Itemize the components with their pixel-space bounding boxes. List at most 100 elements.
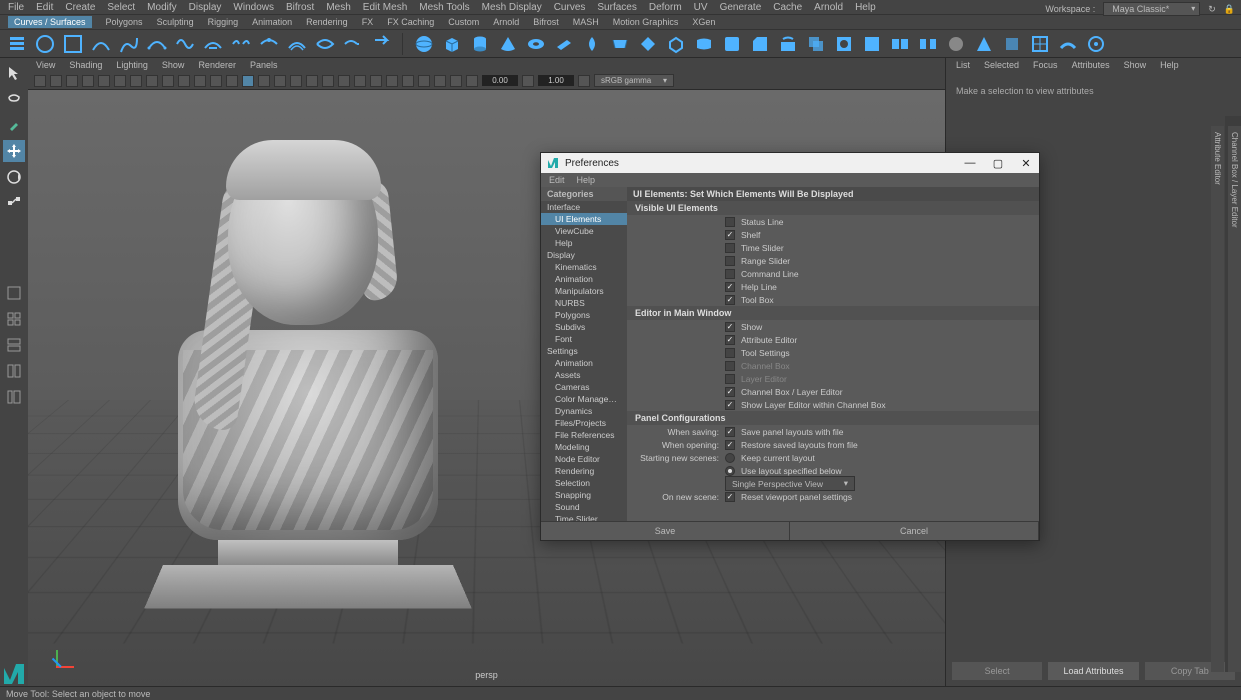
category-item[interactable]: Dynamics [541,405,627,417]
pt-icon[interactable] [306,75,318,87]
pt-icon[interactable] [450,75,462,87]
menu-cache[interactable]: Cache [773,2,802,13]
use-layout-radio[interactable] [725,466,735,476]
pt-icon[interactable] [194,75,206,87]
checkbox[interactable] [725,243,735,253]
category-item[interactable]: Manipulators [541,285,627,297]
attr-menu-attributes[interactable]: Attributes [1072,60,1110,70]
shelf-tab-arnold[interactable]: Arnold [493,17,519,27]
dialog-titlebar[interactable]: Preferences — ▢ ✕ [541,153,1039,173]
dlg-menu-help[interactable]: Help [577,175,596,185]
pt-icon[interactable] [338,75,350,87]
dlg-menu-edit[interactable]: Edit [549,175,565,185]
shelf-tab-xgen[interactable]: XGen [692,17,715,27]
shelf-tab-curves-surfaces[interactable]: Curves / Surfaces [8,16,92,28]
trim-icon[interactable] [833,33,855,55]
category-item[interactable]: Help [541,237,627,249]
category-item[interactable]: Files/Projects [541,417,627,429]
insert-knot-icon[interactable] [258,33,280,55]
planar-icon[interactable] [637,33,659,55]
pt-icon[interactable] [466,75,478,87]
category-item[interactable]: ViewCube [541,225,627,237]
category-item[interactable]: Font [541,333,627,345]
save-button[interactable]: Save [541,522,790,540]
pt-icon[interactable] [114,75,126,87]
attr-menu-show[interactable]: Show [1124,60,1147,70]
shelf-tab-rendering[interactable]: Rendering [306,17,348,27]
category-item[interactable]: Subdivs [541,321,627,333]
menu-deform[interactable]: Deform [649,2,682,13]
category-item[interactable]: Node Editor [541,453,627,465]
detach-surf-icon[interactable] [917,33,939,55]
menu-edit[interactable]: Edit [36,2,53,13]
menu-modify[interactable]: Modify [147,2,176,13]
pt-icon[interactable] [34,75,46,87]
checkbox[interactable] [725,282,735,292]
category-item[interactable]: Display [541,249,627,261]
wave-icon[interactable] [174,33,196,55]
pt-icon[interactable] [258,75,270,87]
cylinder-icon[interactable] [469,33,491,55]
extend-surf-icon[interactable] [1001,33,1023,55]
attr-menu-selected[interactable]: Selected [984,60,1019,70]
pt-icon[interactable] [522,75,534,87]
pt-icon[interactable] [50,75,62,87]
circle-icon[interactable] [34,33,56,55]
category-item[interactable]: Time Slider [541,513,627,521]
category-item[interactable]: Assets [541,369,627,381]
gamma-field[interactable]: 1.00 [538,75,574,86]
category-item[interactable]: UI Elements [541,213,627,225]
bevel-icon[interactable] [749,33,771,55]
keep-layout-radio[interactable] [725,453,735,463]
category-item[interactable]: NURBS [541,297,627,309]
pt-icon[interactable] [354,75,366,87]
open-close-icon[interactable] [945,33,967,55]
rebuild-surf-icon[interactable] [1029,33,1051,55]
when-opening-checkbox[interactable] [725,440,735,450]
checkbox[interactable] [725,295,735,305]
shelf-tab-rigging[interactable]: Rigging [208,17,239,27]
intersect-icon[interactable] [805,33,827,55]
maximize-icon[interactable]: ▢ [991,157,1005,170]
layout-outliner-icon[interactable] [3,386,25,408]
colorspace-dropdown[interactable]: sRGB gamma▾ [594,74,674,87]
shelf-tab-custom[interactable]: Custom [448,17,479,27]
category-item[interactable]: Modeling [541,441,627,453]
checkbox[interactable] [725,256,735,266]
menu-display[interactable]: Display [189,2,222,13]
pt-icon[interactable] [66,75,78,87]
cancel-button[interactable]: Cancel [790,522,1039,540]
checkbox[interactable] [725,348,735,358]
pt-icon[interactable] [386,75,398,87]
menu-windows[interactable]: Windows [233,2,274,13]
workspace-dropdown[interactable]: Maya Classic* [1103,2,1200,16]
category-item[interactable]: Animation [541,357,627,369]
pt-icon[interactable] [290,75,302,87]
checkbox[interactable] [725,269,735,279]
category-item[interactable]: Rendering [541,465,627,477]
sculpt-surf-icon[interactable] [1057,33,1079,55]
pt-icon[interactable] [434,75,446,87]
scale-tool[interactable] [3,192,25,214]
panel-menu-show[interactable]: Show [162,60,185,70]
side-tab-channelbox[interactable]: Channel Box / Layer Editor [1228,126,1241,672]
category-item[interactable]: Color Management [541,393,627,405]
sphere-icon[interactable] [413,33,435,55]
category-item[interactable]: Kinematics [541,261,627,273]
menu-bifrost[interactable]: Bifrost [286,2,314,13]
layout-two-h-icon[interactable] [3,334,25,356]
shelf-tab-bifrost[interactable]: Bifrost [533,17,559,27]
paint-select-tool[interactable] [3,114,25,136]
pt-icon[interactable] [162,75,174,87]
select-tool[interactable] [3,62,25,84]
detach-curve-icon[interactable] [230,33,252,55]
pencil-curve-icon[interactable] [118,33,140,55]
lasso-tool[interactable] [3,88,25,110]
attach-curve-icon[interactable] [202,33,224,55]
shelf-tab-fxcaching[interactable]: FX Caching [387,17,434,27]
surface-editing-icon[interactable] [1085,33,1107,55]
reset-viewport-checkbox[interactable] [725,492,735,502]
rotate-tool[interactable] [3,166,25,188]
category-item[interactable]: Settings [541,345,627,357]
when-saving-checkbox[interactable] [725,427,735,437]
